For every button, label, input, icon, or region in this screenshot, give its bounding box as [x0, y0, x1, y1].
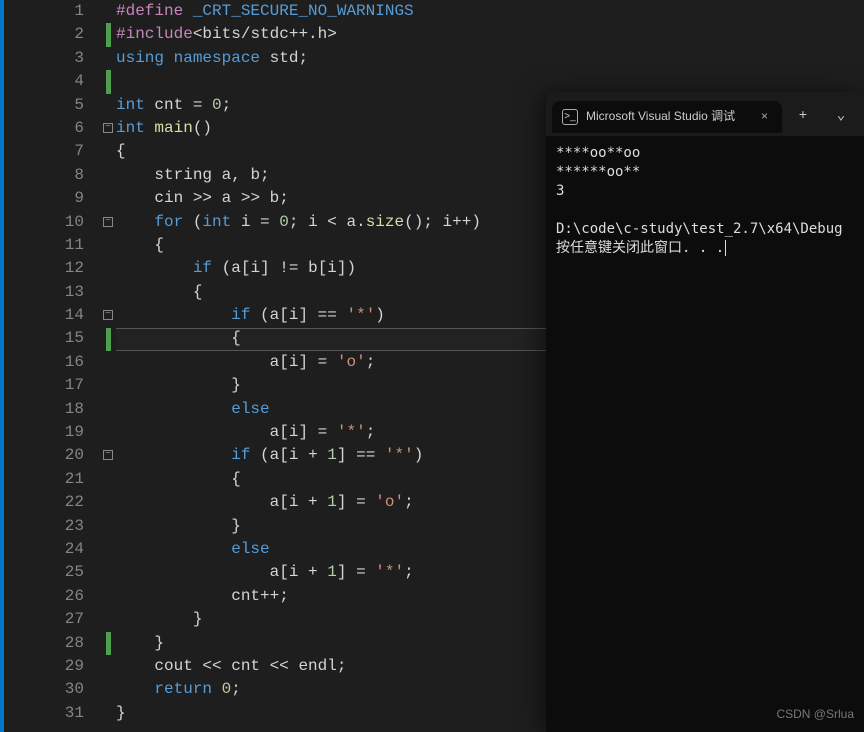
fold-toggle-icon[interactable]: − — [103, 217, 113, 227]
code-line[interactable]: using namespace std; — [116, 47, 864, 70]
line-number: 2 — [0, 23, 84, 46]
modified-line-marker — [106, 328, 111, 351]
line-number: 15 — [0, 327, 84, 350]
code-line[interactable]: #define _CRT_SECURE_NO_WARNINGS — [116, 0, 864, 23]
line-number: 27 — [0, 608, 84, 631]
terminal-window[interactable]: >_ Microsoft Visual Studio 调试 × + ⌄ ****… — [546, 92, 864, 732]
tab-dropdown-button[interactable]: ⌄ — [824, 101, 858, 133]
line-number: 12 — [0, 257, 84, 280]
terminal-tab-active[interactable]: >_ Microsoft Visual Studio 调试 × — [552, 101, 782, 133]
line-number: 18 — [0, 398, 84, 421]
line-number: 5 — [0, 94, 84, 117]
line-number: 29 — [0, 655, 84, 678]
code-line[interactable] — [116, 70, 864, 93]
line-number: 21 — [0, 468, 84, 491]
modified-line-marker — [106, 632, 111, 655]
new-tab-button[interactable]: + — [786, 101, 820, 133]
activity-bar-accent — [0, 0, 4, 732]
line-number: 20 — [0, 444, 84, 467]
line-number: 19 — [0, 421, 84, 444]
line-number: 30 — [0, 678, 84, 701]
watermark: CSDN @Srlua — [776, 703, 854, 726]
fold-column[interactable]: − − − − — [100, 0, 116, 732]
terminal-icon: >_ — [562, 109, 578, 125]
line-number: 8 — [0, 164, 84, 187]
line-number: 4 — [0, 70, 84, 93]
line-number: 1 — [0, 0, 84, 23]
fold-toggle-icon[interactable]: − — [103, 123, 113, 133]
line-number: 16 — [0, 351, 84, 374]
plus-icon: + — [799, 105, 807, 128]
line-number: 25 — [0, 561, 84, 584]
line-number: 31 — [0, 702, 84, 725]
line-number: 11 — [0, 234, 84, 257]
terminal-tab-bar: >_ Microsoft Visual Studio 调试 × + ⌄ — [546, 92, 864, 136]
fold-toggle-icon[interactable]: − — [103, 450, 113, 460]
chevron-down-icon: ⌄ — [837, 105, 845, 128]
line-number: 28 — [0, 632, 84, 655]
line-number: 3 — [0, 47, 84, 70]
line-number: 24 — [0, 538, 84, 561]
line-number: 9 — [0, 187, 84, 210]
line-number: 22 — [0, 491, 84, 514]
fold-toggle-icon[interactable]: − — [103, 310, 113, 320]
line-number: 13 — [0, 281, 84, 304]
line-number: 6 — [0, 117, 84, 140]
line-number: 26 — [0, 585, 84, 608]
line-number: 17 — [0, 374, 84, 397]
terminal-output[interactable]: ****oo**oo ******oo** 3 D:\code\c-study\… — [546, 136, 864, 266]
line-number: 7 — [0, 140, 84, 163]
line-number: 10 — [0, 211, 84, 234]
code-line[interactable]: #include<bits/stdc++.h> — [116, 23, 864, 46]
line-number: 14 — [0, 304, 84, 327]
terminal-tab-title: Microsoft Visual Studio 调试 — [586, 105, 735, 128]
line-number-gutter: 1234567891011121314151617181920212223242… — [0, 0, 100, 732]
close-icon[interactable]: × — [757, 105, 772, 128]
line-number: 23 — [0, 515, 84, 538]
modified-line-marker — [106, 70, 111, 93]
modified-line-marker — [106, 23, 111, 46]
